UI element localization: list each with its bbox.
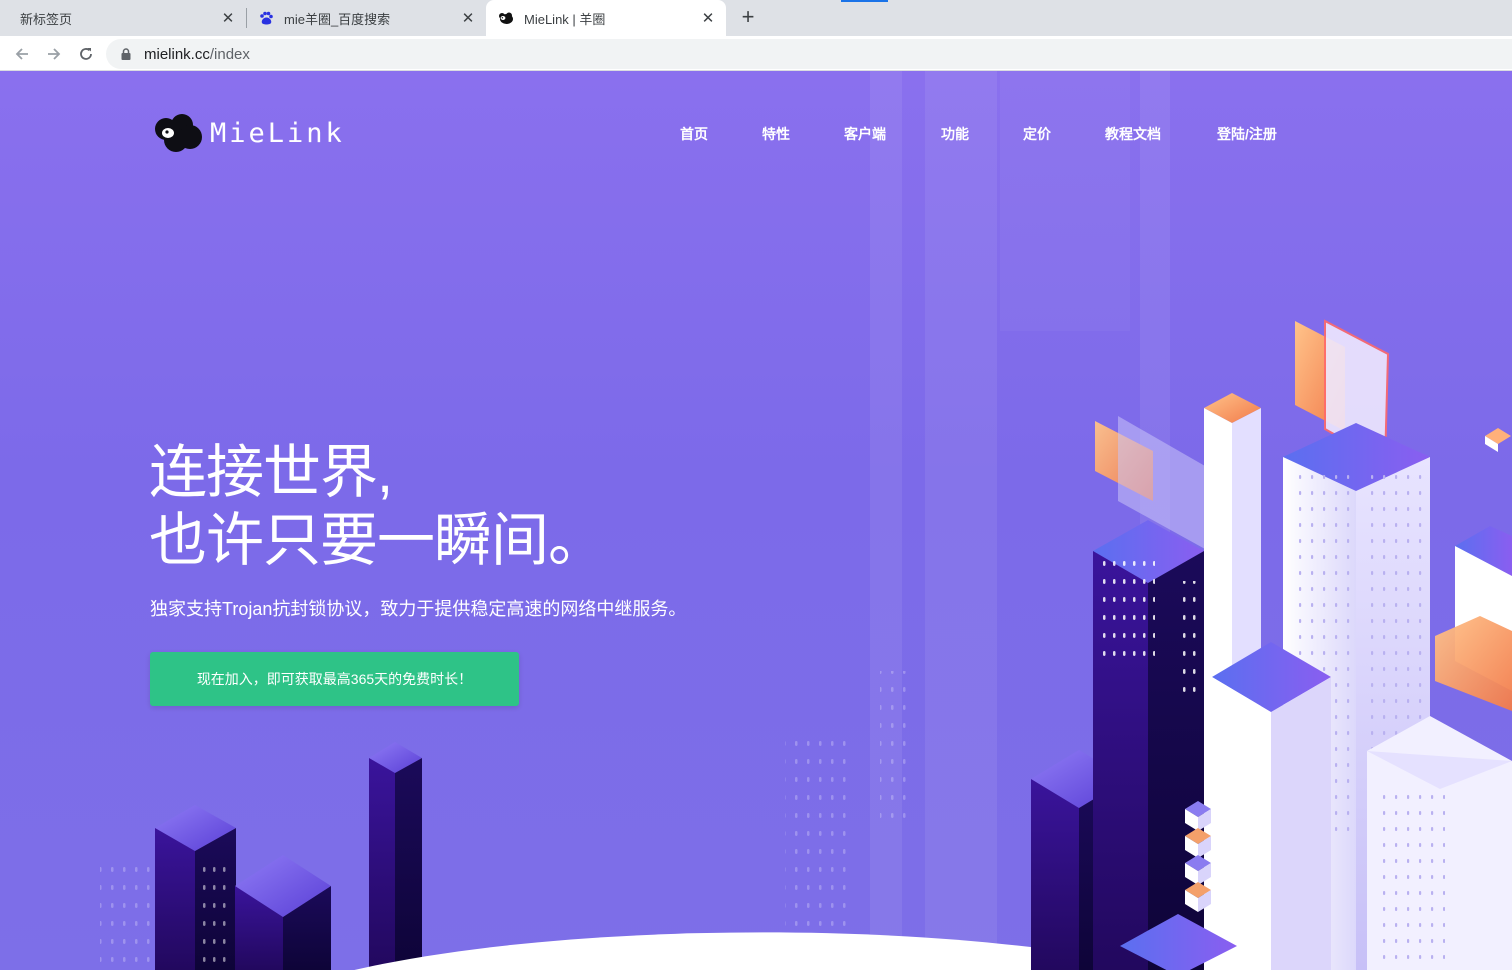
- close-icon[interactable]: ✕: [700, 10, 716, 27]
- tab-separator: [246, 8, 247, 28]
- url-path: /index: [209, 45, 250, 63]
- tab-title: MieLink | 羊圈: [524, 11, 606, 27]
- browser-toolbar: mielink.cc/index: [0, 36, 1512, 71]
- nav-login-register[interactable]: 登陆/注册: [1217, 124, 1277, 144]
- close-icon[interactable]: ✕: [460, 10, 476, 27]
- tab-title: mie羊圈_百度搜索: [284, 11, 391, 27]
- nav-features[interactable]: 特性: [762, 124, 790, 144]
- close-icon[interactable]: ✕: [220, 10, 236, 27]
- url-host: mielink.cc: [144, 45, 210, 63]
- join-now-button[interactable]: 现在加入，即可获取最高365天的免费时长！: [150, 652, 519, 706]
- nav-home[interactable]: 首页: [680, 124, 708, 144]
- address-bar[interactable]: mielink.cc/index: [106, 39, 1512, 69]
- reload-button[interactable]: [73, 41, 99, 67]
- hero-subtitle: 独家支持Trojan抗封锁协议，致力于提供稳定高速的网络中继服务。: [150, 599, 687, 619]
- loading-indicator: [841, 0, 888, 2]
- back-button[interactable]: [9, 41, 35, 67]
- browser-tab-strip: 新标签页 ✕ mie羊圈_百度搜索 ✕ MieLink | 羊圈 ✕ +: [0, 0, 1512, 36]
- lock-icon: [120, 47, 132, 61]
- baidu-paw-icon: [258, 10, 274, 26]
- hero-section: MieLink 首页 特性 客户端 功能 定价 教程文档 登陆/注册 连接世界,…: [0, 71, 1512, 970]
- tab-title: 新标签页: [20, 11, 73, 27]
- url-text: mielink.cc/index: [144, 46, 250, 63]
- nav-clients[interactable]: 客户端: [844, 124, 886, 144]
- sheep-icon: [498, 10, 514, 26]
- new-tab-button[interactable]: +: [736, 6, 760, 29]
- browser-tab-baidu-search[interactable]: mie羊圈_百度搜索 ✕: [248, 0, 486, 36]
- nav-functions[interactable]: 功能: [941, 124, 969, 144]
- arrow-right-icon: [48, 48, 61, 60]
- forward-button[interactable]: [41, 41, 67, 67]
- browser-tab-new-tab[interactable]: 新标签页 ✕: [0, 0, 246, 36]
- main-nav: 首页 特性 客户端 功能 定价 教程文档 登陆/注册: [0, 124, 1512, 144]
- nav-docs[interactable]: 教程文档: [1105, 124, 1161, 144]
- arrow-left-icon: [15, 48, 28, 60]
- hero-title-line-2: 也许只要一瞬间。: [149, 508, 606, 573]
- hero-title: 连接世界, 也许只要一瞬间。: [149, 439, 606, 575]
- nav-pricing[interactable]: 定价: [1023, 124, 1051, 144]
- reload-icon: [80, 48, 92, 60]
- hero-title-line-1: 连接世界,: [149, 440, 393, 505]
- browser-tab-mielink[interactable]: MieLink | 羊圈 ✕: [486, 0, 726, 36]
